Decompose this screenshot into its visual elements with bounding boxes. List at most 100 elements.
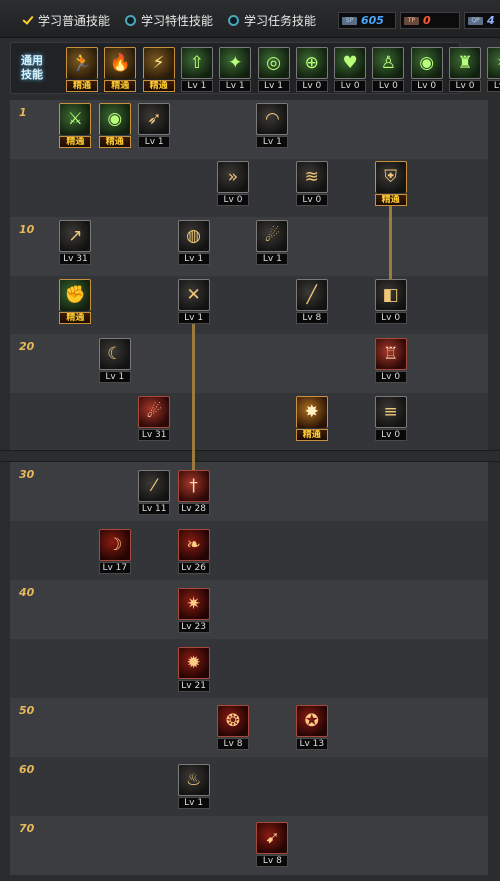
fist-icon: ✊	[59, 279, 92, 311]
common-skill-1[interactable]: 🏃 精通	[66, 47, 98, 92]
skill-wave[interactable]: ≋ Lv 0	[295, 161, 328, 206]
skill-shield-mastered[interactable]: ⛨ 精通	[374, 161, 407, 206]
prereq-line	[192, 320, 195, 470]
level-label: Lv 1	[138, 136, 171, 148]
flame-streak-icon: ⁄	[138, 470, 171, 502]
skill-eye-mastered[interactable]: ◉ 精通	[98, 103, 131, 148]
common-skill-5[interactable]: ✦ Lv 1	[219, 47, 252, 92]
skill-cross-blade[interactable]: ✕ Lv 1	[177, 279, 210, 324]
eye-icon: ◉	[410, 47, 443, 79]
skill-final-strike[interactable]: ➹ Lv 8	[256, 822, 289, 867]
common-skill-8[interactable]: ♥ Lv 0	[334, 47, 367, 92]
tab-normal-skills[interactable]: 学习普通技能	[22, 11, 110, 29]
level-marker: 30	[19, 468, 35, 481]
tab-quest-skills[interactable]: 学习任务技能	[228, 11, 316, 29]
level-label: Lv 0	[410, 80, 443, 92]
skill-war-glyph[interactable]: ✪ Lv 13	[295, 705, 328, 750]
level-label: Lv 8	[217, 738, 249, 750]
mastered-label: 精通	[59, 312, 92, 324]
level-marker: 70	[19, 822, 35, 835]
spin-icon: ◍	[177, 220, 210, 252]
common-skill-9[interactable]: ♙ Lv 0	[372, 47, 405, 92]
skill-phoenix[interactable]: ❧ Lv 26	[177, 529, 210, 574]
skill-flame-aura[interactable]: ♨ Lv 1	[177, 764, 210, 809]
fortress-icon: ♖	[374, 338, 407, 370]
mastered-label: 精通	[295, 429, 328, 441]
tp-counter: TP 0	[400, 12, 460, 29]
skill-spin[interactable]: ◍ Lv 1	[177, 220, 210, 265]
skill-fire-slash[interactable]: ☄ Lv 31	[138, 396, 171, 441]
level-label: Lv 0	[449, 80, 481, 92]
skill-swing-31[interactable]: ↗ Lv 31	[59, 220, 92, 265]
skill-fortress[interactable]: ♖ Lv 0	[374, 338, 407, 383]
common-skill-12[interactable]: ✶Lv 0	[487, 47, 500, 92]
mastered-label: 精通	[104, 80, 137, 92]
skill-arc-1[interactable]: ◠ Lv 1	[256, 103, 289, 148]
level-label: Lv 1	[256, 253, 289, 265]
common-skill-6[interactable]: ◎ Lv 1	[257, 47, 290, 92]
level-marker: 1	[19, 106, 27, 119]
level-label: Lv 1	[177, 312, 210, 324]
level-label: Lv 28	[177, 503, 210, 515]
level-marker: 50	[19, 704, 35, 717]
mastered-label: 精通	[98, 136, 131, 148]
tier-row: 70	[10, 816, 488, 875]
target-icon: ◎	[257, 47, 290, 79]
level-label: Lv 0	[295, 194, 328, 206]
skill-inferno[interactable]: ❂ Lv 8	[217, 705, 249, 750]
tier-row	[10, 639, 488, 698]
skill-claw-1[interactable]: ➶ Lv 1	[138, 103, 171, 148]
skill-star-burst[interactable]: ✷ Lv 23	[177, 588, 210, 633]
tier-row: 40	[10, 580, 488, 639]
level-marker: 20	[19, 340, 35, 353]
level-label: Lv 8	[295, 312, 328, 324]
tier-row	[10, 521, 488, 580]
flame-dash-icon: 🔥	[104, 47, 137, 79]
tier-row	[10, 158, 488, 218]
mastered-label: 精通	[374, 194, 407, 206]
fire-slash-icon: ☄	[138, 396, 171, 428]
strike-icon: ✶	[487, 47, 500, 79]
skill-chevrons[interactable]: » Lv 0	[217, 161, 249, 206]
jump-icon: ⇧	[180, 47, 213, 79]
level-label: Lv 0	[374, 312, 407, 324]
skill-flame-streak[interactable]: ⁄ Lv 11	[138, 470, 171, 515]
level-marker: 40	[19, 586, 35, 599]
slash-icon: ⚔	[59, 103, 92, 135]
skill-uppercut[interactable]: ☄ Lv 1	[256, 220, 289, 265]
common-skill-7[interactable]: ⊕ Lv 0	[295, 47, 328, 92]
skill-moon-slash[interactable]: ☾ Lv 1	[98, 338, 131, 383]
skill-burst-mastered[interactable]: ✸ 精通	[295, 396, 328, 441]
skill-triple-slash[interactable]: ≡ Lv 0	[374, 396, 407, 441]
sp-value: 605	[361, 14, 384, 27]
common-skill-2[interactable]: 🔥 精通	[104, 47, 137, 92]
blood-rush-icon: ✹	[177, 647, 210, 679]
level-label: Lv 1	[180, 80, 213, 92]
skill-slash-mastered[interactable]: ⚔ 精通	[59, 103, 92, 148]
checkmark-icon	[22, 15, 33, 26]
tab-label: 学习普通技能	[38, 13, 111, 28]
chevrons-icon: »	[217, 161, 249, 193]
common-skill-3[interactable]: ⚡ 精通	[142, 47, 175, 92]
common-skill-10[interactable]: ◉ Lv 0	[410, 47, 443, 92]
tier-row: 50	[10, 698, 488, 757]
skill-guard[interactable]: ◧ Lv 0	[374, 279, 407, 324]
tp-value: 0	[423, 14, 431, 27]
common-skill-11[interactable]: ♜ Lv 0	[449, 47, 481, 92]
tab-label: 学习特性技能	[141, 13, 214, 28]
skill-crescent[interactable]: ☽ Lv 17	[98, 529, 131, 574]
level-label: Lv 0	[217, 194, 249, 206]
skill-sword-rain[interactable]: † Lv 28	[177, 470, 210, 515]
level-label: Lv 1	[219, 80, 252, 92]
mastered-label: 精通	[142, 80, 175, 92]
tab-label: 学习任务技能	[244, 13, 317, 28]
skill-fist-mastered[interactable]: ✊ 精通	[59, 279, 92, 324]
tab-special-skills[interactable]: 学习特性技能	[125, 11, 213, 29]
final-strike-icon: ➹	[256, 822, 289, 854]
inferno-icon: ❂	[217, 705, 249, 737]
triple-slash-icon: ≡	[374, 396, 407, 428]
common-skill-4[interactable]: ⇧ Lv 1	[180, 47, 213, 92]
skill-green-blade[interactable]: ╱ Lv 8	[295, 279, 328, 324]
skill-blood-rush[interactable]: ✹ Lv 21	[177, 647, 210, 692]
moon-slash-icon: ☾	[98, 338, 131, 370]
